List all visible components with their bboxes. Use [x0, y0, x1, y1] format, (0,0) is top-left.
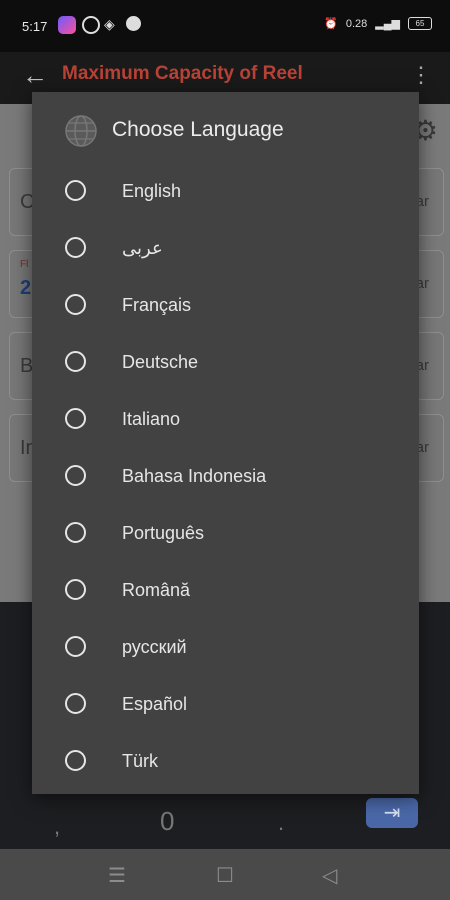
radio-button[interactable] [65, 465, 86, 486]
language-option-english[interactable]: English [32, 164, 419, 221]
radio-button[interactable] [65, 636, 86, 657]
language-label: Română [122, 580, 191, 600]
signal-icon: ▂▄▆ [375, 18, 400, 30]
status-bar: 5:17 ◈ ⏰ 0.28 ▂▄▆ 65 [0, 0, 450, 52]
language-option-french[interactable]: Français [32, 278, 419, 335]
app-notification-icon [58, 16, 76, 34]
key-comma[interactable]: , [54, 814, 60, 840]
card-label: Fl [20, 259, 29, 270]
radio-button[interactable] [65, 351, 86, 372]
back-arrow-icon[interactable]: ← [22, 60, 48, 91]
card-value: 2 [20, 277, 32, 299]
radio-button[interactable] [65, 408, 86, 429]
radio-button[interactable] [65, 294, 86, 315]
tab-key-button[interactable]: ⇥ [366, 798, 418, 828]
language-option-romanian[interactable]: Română [32, 563, 419, 620]
choose-language-dialog: Choose Language English عربى Français De… [32, 92, 419, 794]
radio-button[interactable] [65, 579, 86, 600]
dialog-header: Choose Language [32, 92, 419, 170]
radio-button[interactable] [65, 180, 86, 201]
notification-icon-2: ◈ [104, 16, 115, 32]
language-label: Türk [122, 751, 158, 771]
home-icon[interactable]: ☐ [216, 863, 234, 888]
language-label: Español [122, 694, 188, 714]
language-option-russian[interactable]: русский [32, 620, 419, 677]
language-label: English [122, 181, 182, 201]
network-speed: 0.28 [345, 17, 368, 30]
back-icon[interactable]: ◁ [322, 863, 337, 888]
language-label: Deutsche [122, 352, 199, 372]
key-zero[interactable]: 0 [160, 806, 174, 837]
language-option-turkish[interactable]: Türk [32, 734, 419, 791]
radio-button[interactable] [65, 693, 86, 714]
language-label: русский [122, 637, 187, 657]
radio-button[interactable] [65, 750, 86, 771]
language-option-german[interactable]: Deutsche [32, 335, 419, 392]
battery-icon: 65 [408, 17, 432, 30]
key-dot[interactable]: . [278, 810, 284, 836]
language-option-spanish[interactable]: Español [32, 677, 419, 734]
globe-icon [65, 115, 97, 147]
page-title: Maximum Capacity of Reel [62, 63, 303, 84]
language-label: Italiano [122, 409, 181, 429]
language-label: Português [122, 523, 205, 543]
notification-icon [82, 16, 100, 34]
call-icon [126, 16, 141, 31]
system-nav-bar: ☰ ☐ ◁ [0, 849, 450, 900]
language-label: عربى [122, 238, 163, 258]
status-indicators: ⏰ 0.28 ▂▄▆ 65 [324, 17, 432, 30]
dialog-title: Choose Language [112, 118, 284, 141]
status-time: 5:17 [22, 19, 48, 34]
language-label: Bahasa Indonesia [122, 466, 267, 486]
language-label: Français [122, 295, 192, 315]
radio-button[interactable] [65, 522, 86, 543]
menu-icon[interactable]: ☰ [108, 863, 126, 888]
language-option-arabic[interactable]: عربى [32, 221, 419, 278]
language-option-italian[interactable]: Italiano [32, 392, 419, 449]
language-option-portuguese[interactable]: Português [32, 506, 419, 563]
language-option-indonesian[interactable]: Bahasa Indonesia [32, 449, 419, 506]
radio-button[interactable] [65, 237, 86, 258]
more-options-icon[interactable]: ⋮ [410, 62, 432, 88]
alarm-icon: ⏰ [324, 18, 338, 30]
